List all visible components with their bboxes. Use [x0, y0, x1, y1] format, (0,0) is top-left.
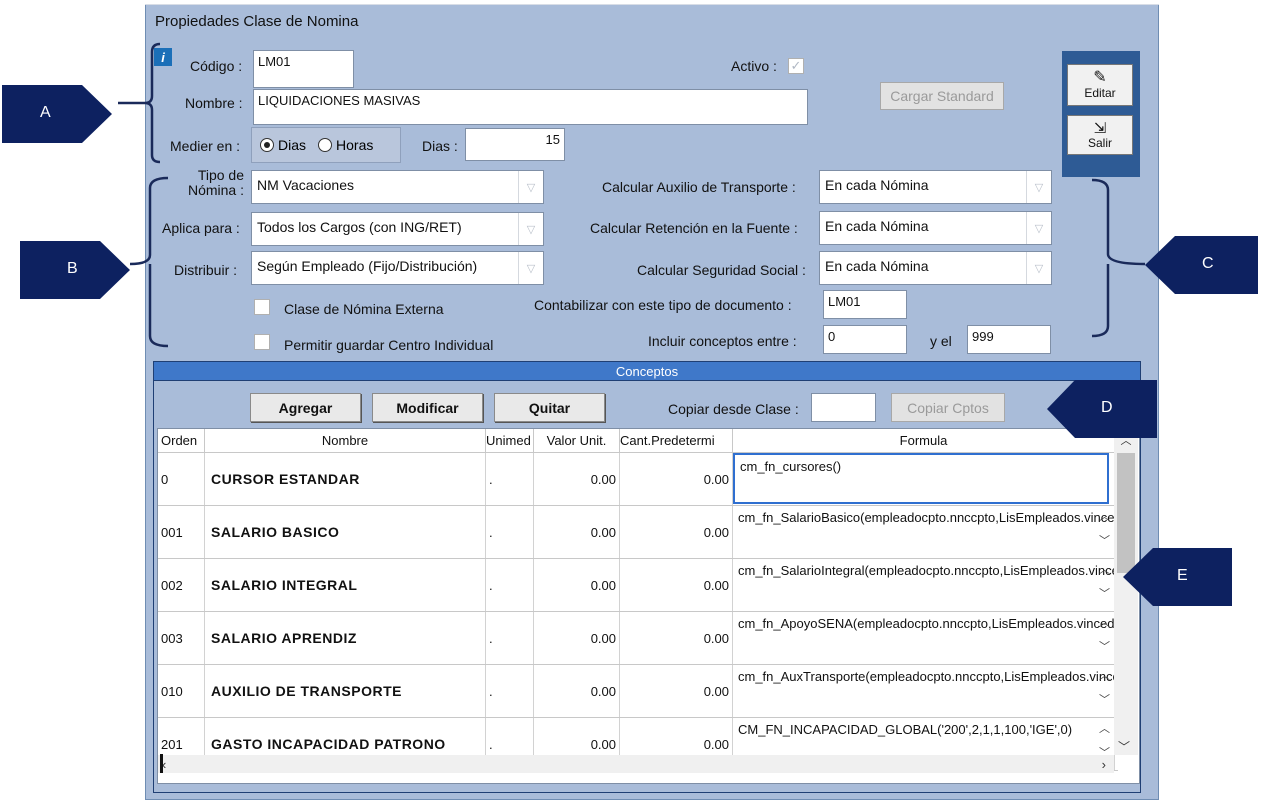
callout-b-label: B [67, 260, 78, 277]
callout-e-label: E [1177, 567, 1188, 584]
callout-a-shape [2, 85, 112, 143]
callout-shapes [2, 85, 1258, 606]
callout-c-label: C [1202, 255, 1214, 272]
callout-d-label: D [1101, 399, 1113, 416]
callout-a-label: A [40, 104, 51, 121]
